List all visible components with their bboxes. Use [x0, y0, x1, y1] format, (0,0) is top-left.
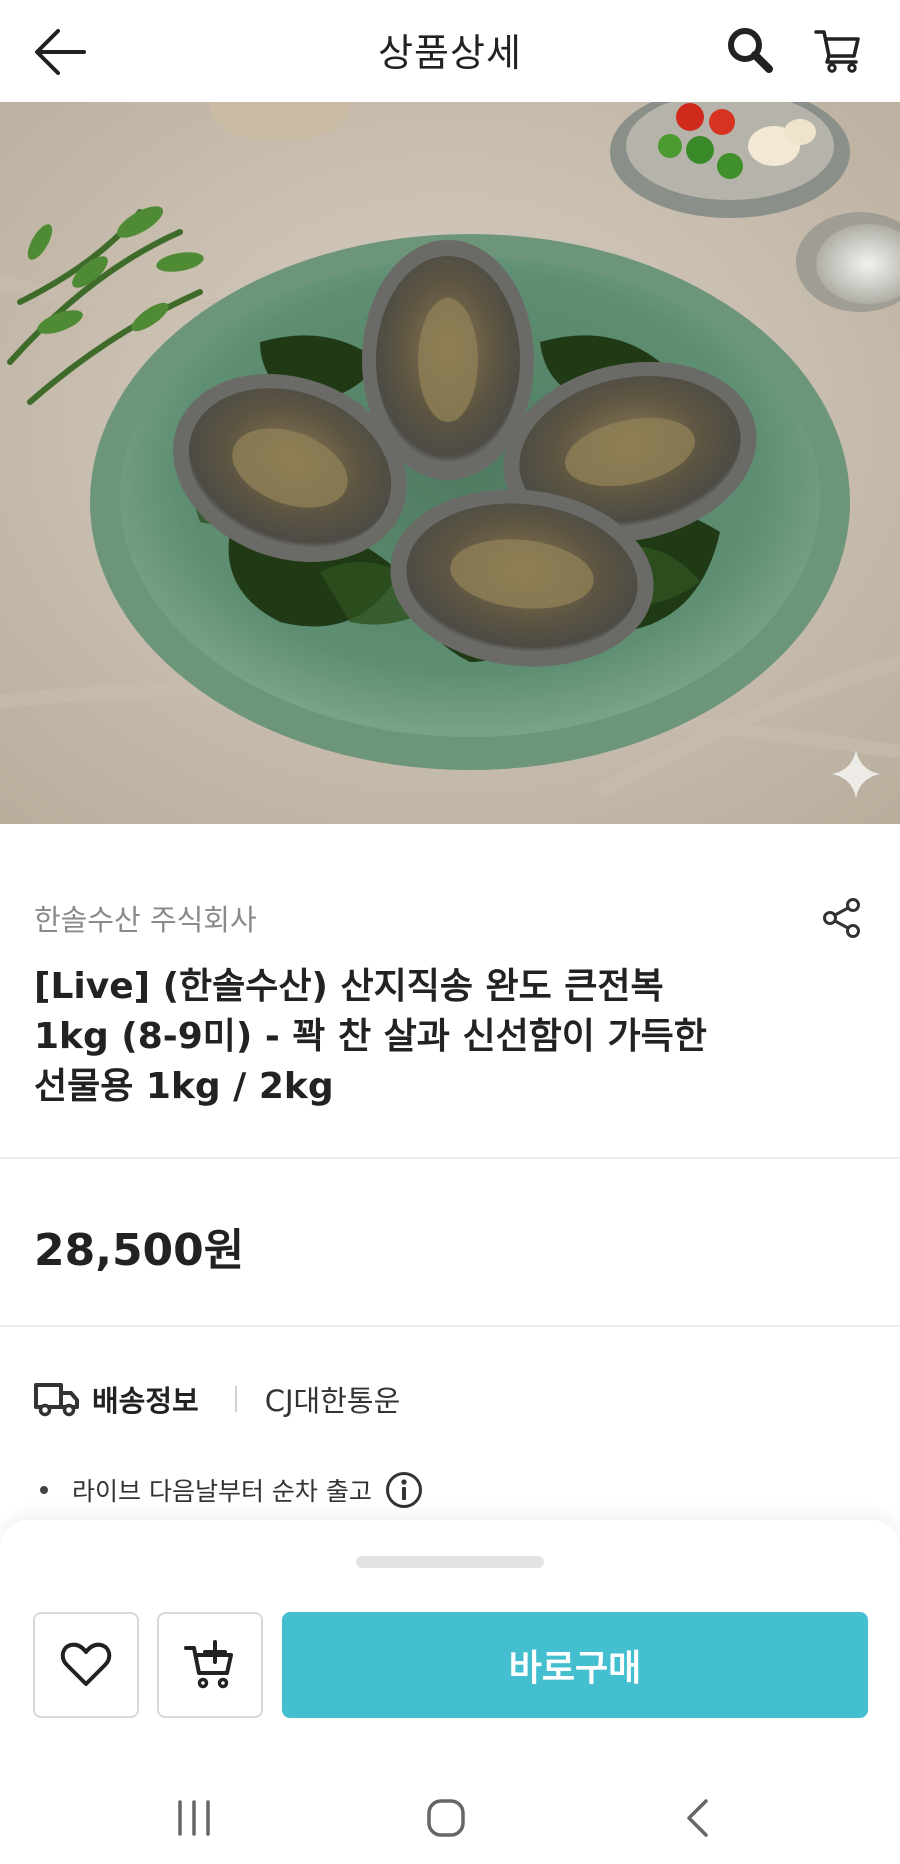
product-image[interactable] [0, 102, 900, 824]
system-nav-bar [0, 1764, 900, 1864]
bullet [40, 1486, 48, 1494]
wishlist-button[interactable] [33, 1612, 139, 1718]
shipping-notice-text: 라이브 다음날부터 순차 출고 [72, 1477, 372, 1506]
cart-icon [814, 30, 860, 73]
buy-now-button[interactable]: 바로구매 [282, 1612, 868, 1718]
drag-handle[interactable] [356, 1556, 544, 1568]
recent-apps-button[interactable] [160, 1784, 228, 1852]
app-header: 상품상세 [0, 0, 900, 100]
abalone-dish-image [0, 102, 900, 824]
product-title-line: 1kg (8-9미) - 꽉 찬 살과 신선함이 가득한 [34, 1016, 707, 1057]
product-title-line: 선물용 1kg / 2kg [34, 1066, 334, 1107]
add-to-cart-button[interactable] [157, 1612, 263, 1718]
system-back-button[interactable] [664, 1784, 732, 1852]
chevron-left-icon [687, 1799, 708, 1837]
home-button[interactable] [412, 1784, 480, 1852]
cart-plus-icon [184, 1640, 233, 1689]
search-icon [728, 28, 773, 73]
share-button[interactable] [818, 894, 866, 942]
share-icon [823, 898, 860, 938]
divider [0, 1157, 900, 1159]
seller-name[interactable]: 한솔수산 주식회사 [34, 897, 257, 939]
search-button[interactable] [718, 18, 782, 82]
divider [234, 1386, 237, 1412]
recent-apps-icon [178, 1800, 210, 1836]
shipping-notice: 라이브 다음날부터 순차 출고 [40, 1468, 424, 1512]
cart-button[interactable] [806, 18, 870, 82]
info-button[interactable] [384, 1470, 424, 1510]
home-icon [427, 1799, 465, 1837]
product-title: [Live] (한솔수산) 산지직송 완도 큰전복 1kg (8-9미) - 꽉… [34, 962, 754, 1112]
delivery-carrier: CJ대한통운 [264, 1384, 401, 1418]
product-price: 28,500원 [34, 1225, 245, 1276]
delivery-info: 배송정보 CJ대한통운 [34, 1374, 400, 1424]
divider [0, 1325, 900, 1327]
info-icon [385, 1472, 422, 1508]
truck-icon [34, 1383, 79, 1417]
delivery-label: 배송정보 [92, 1384, 199, 1418]
heart-icon [60, 1642, 112, 1686]
product-title-line: [Live] (한솔수산) 산지직송 완도 큰전복 [34, 966, 664, 1007]
